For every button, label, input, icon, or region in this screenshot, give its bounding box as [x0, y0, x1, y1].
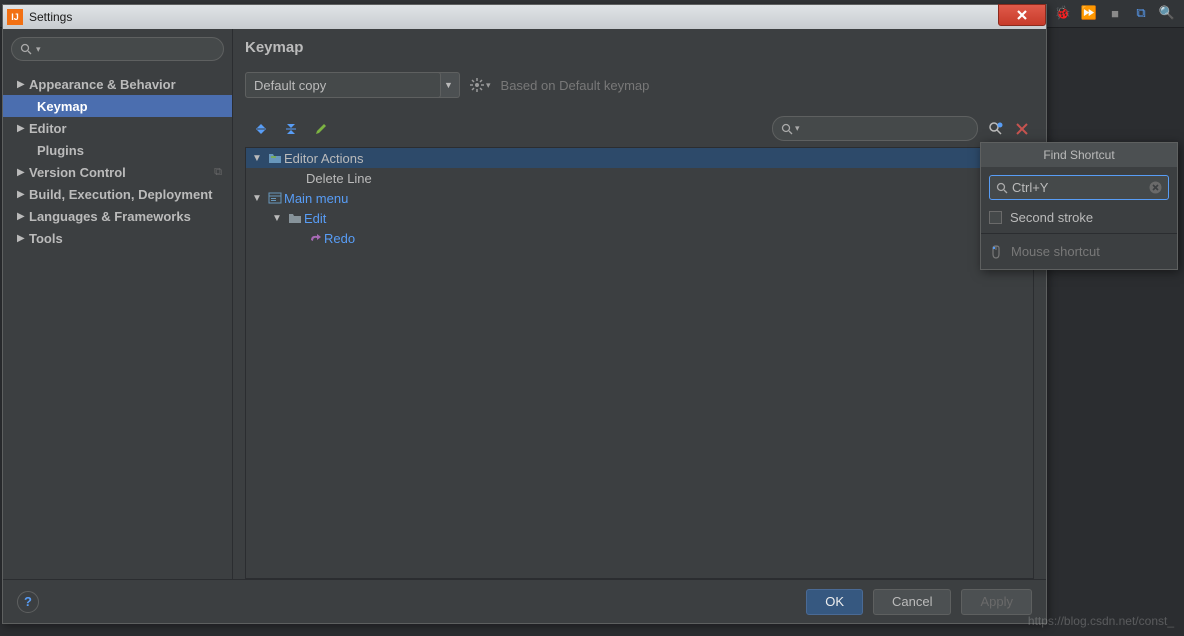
sidebar-item-keymap[interactable]: Keymap: [3, 95, 232, 117]
keymap-scheme-value: Default copy: [254, 78, 326, 93]
clear-input-button[interactable]: [1149, 181, 1162, 194]
search-icon[interactable]: 🔍: [1158, 4, 1176, 22]
keymap-scheme-dropdown-button[interactable]: ▼: [438, 72, 460, 98]
project-scope-icon: ⧉: [214, 166, 222, 179]
app-icon: IJ: [7, 9, 23, 25]
folder-icon: [266, 152, 284, 164]
sidebar-item-languages-frameworks[interactable]: ▶ Languages & Frameworks: [3, 205, 232, 227]
expander-icon: ▶: [17, 233, 29, 244]
redo-icon: [306, 232, 324, 244]
chevron-down-icon: ▾: [36, 44, 41, 55]
search-icon: [781, 123, 793, 135]
help-button[interactable]: ?: [17, 591, 39, 613]
expander-icon: ▶: [17, 167, 29, 178]
clear-search-button[interactable]: [1014, 121, 1030, 137]
expand-all-icon: [254, 122, 268, 136]
title-bar: IJ Settings: [3, 5, 1046, 29]
keymap-scheme-row: Default copy ▼ ▾ Based on Default keymap: [245, 72, 1034, 98]
keymap-scheme-combo[interactable]: Default copy: [245, 72, 441, 98]
find-shortcut-title: Find Shortcut: [981, 143, 1177, 167]
tree-action-label: Delete Line: [306, 171, 372, 186]
settings-main-panel: Keymap Default copy ▼ ▾ Based on Default…: [233, 29, 1046, 579]
cancel-button[interactable]: Cancel: [873, 589, 951, 615]
sidebar-tree: ▶ Appearance & Behavior Keymap ▶ Editor …: [3, 69, 232, 579]
second-stroke-label: Second stroke: [1010, 210, 1093, 225]
mouse-icon: [989, 245, 1003, 259]
run-fast-icon[interactable]: ⏩: [1080, 4, 1098, 22]
tree-group-label: Editor Actions: [284, 151, 364, 166]
tree-action-label: Redo: [324, 231, 355, 246]
chevron-down-icon: ▾: [486, 80, 491, 91]
close-icon: [1015, 122, 1029, 136]
find-shortcut-popup: Find Shortcut Ctrl+Y Second stroke Mouse…: [980, 142, 1178, 270]
tree-action-delete-line[interactable]: Delete Line: [246, 168, 1033, 188]
page-title: Keymap: [245, 39, 1034, 56]
close-icon: [1014, 9, 1030, 21]
search-icon: [20, 43, 32, 55]
mouse-shortcut-label: Mouse shortcut: [1011, 244, 1100, 259]
dialog-footer: ? OK Cancel Apply: [3, 579, 1046, 623]
find-shortcut-icon: [988, 121, 1004, 137]
expand-all-button[interactable]: [253, 121, 269, 137]
dialog-body: ▾ ▶ Appearance & Behavior Keymap ▶ Edito…: [3, 29, 1046, 579]
expander-icon: ▶: [17, 189, 29, 200]
help-icon: ?: [24, 594, 32, 609]
window-title: Settings: [29, 10, 72, 24]
find-by-shortcut-button[interactable]: [988, 121, 1004, 137]
settings-dialog: IJ Settings ▾ ▶ Appearance & Behavior: [2, 4, 1047, 624]
expander-icon: ▶: [17, 211, 29, 222]
tree-group-label: Main menu: [284, 191, 348, 206]
sidebar-item-tools[interactable]: ▶ Tools: [3, 227, 232, 249]
tree-group-editor-actions[interactable]: ▼ Editor Actions: [246, 148, 1033, 168]
expander-icon: ▶: [17, 123, 29, 134]
window-close-button[interactable]: [998, 4, 1046, 26]
sidebar-item-version-control[interactable]: ▶ Version Control ⧉: [3, 161, 232, 183]
expander-down-icon: ▼: [272, 213, 286, 224]
gear-icon: [470, 78, 484, 92]
expander-down-icon: ▼: [252, 153, 266, 164]
clear-icon: [1149, 181, 1162, 194]
tree-group-main-menu[interactable]: ▼ Main menu: [246, 188, 1033, 208]
second-stroke-checkbox[interactable]: Second stroke: [989, 210, 1169, 225]
pencil-icon: [314, 122, 328, 136]
ide-toolbar-icons: ▶ 🐞 ⏩ ■ ⧉ 🔍: [1028, 4, 1176, 22]
project-structure-icon[interactable]: ⧉: [1132, 4, 1150, 22]
apply-button[interactable]: Apply: [961, 589, 1032, 615]
menu-icon: [266, 192, 284, 204]
find-shortcut-input[interactable]: Ctrl+Y: [989, 175, 1169, 200]
folder-icon: [286, 212, 304, 224]
tree-action-redo[interactable]: Redo: [246, 228, 1033, 248]
actions-tree-panel: ▼ Editor Actions Delete Line ▼: [245, 147, 1034, 579]
watermark: https://blog.csdn.net/const_: [1028, 614, 1174, 628]
sidebar-item-editor[interactable]: ▶ Editor: [3, 117, 232, 139]
collapse-all-button[interactable]: [283, 121, 299, 137]
settings-sidebar: ▾ ▶ Appearance & Behavior Keymap ▶ Edito…: [3, 29, 233, 579]
sidebar-item-plugins[interactable]: Plugins: [3, 139, 232, 161]
find-shortcut-value: Ctrl+Y: [1012, 180, 1149, 195]
sidebar-item-build-execution-deployment[interactable]: ▶ Build, Execution, Deployment: [3, 183, 232, 205]
tree-group-edit[interactable]: ▼ Edit: [246, 208, 1033, 228]
sidebar-search-input[interactable]: ▾: [11, 37, 224, 61]
checkbox-icon: [989, 211, 1002, 224]
collapse-all-icon: [284, 122, 298, 136]
actions-search-input[interactable]: ▾: [772, 116, 978, 141]
bug-icon[interactable]: 🐞: [1054, 4, 1072, 22]
expander-icon: ▶: [17, 79, 29, 90]
edit-shortcut-button[interactable]: [313, 121, 329, 137]
expander-down-icon: ▼: [252, 193, 266, 204]
stop-icon[interactable]: ■: [1106, 4, 1124, 22]
tree-group-label: Edit: [304, 211, 326, 226]
actions-toolbar: ▾: [245, 116, 1034, 141]
keymap-gear-button[interactable]: ▾: [470, 78, 491, 92]
mouse-shortcut-button[interactable]: Mouse shortcut: [981, 233, 1177, 269]
sidebar-item-appearance-behavior[interactable]: ▶ Appearance & Behavior: [3, 73, 232, 95]
based-on-label: Based on Default keymap: [501, 78, 650, 93]
search-icon: [996, 182, 1008, 194]
chevron-down-icon: ▾: [795, 123, 800, 134]
ok-button[interactable]: OK: [806, 589, 863, 615]
